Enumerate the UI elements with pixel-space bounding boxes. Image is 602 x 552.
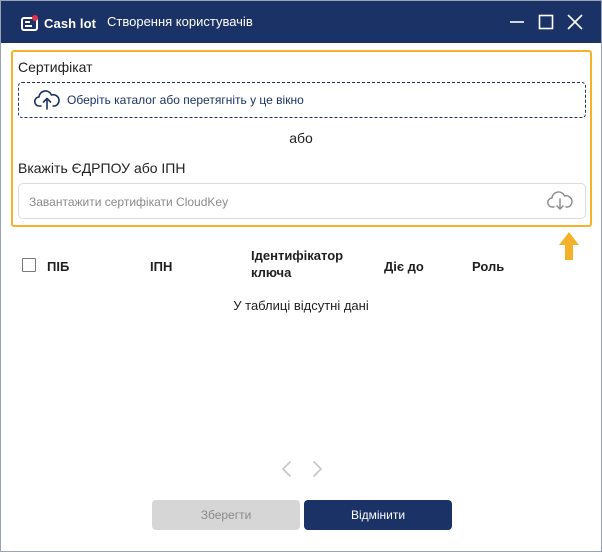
window-title: Створення користувачів bbox=[107, 14, 253, 29]
dropzone-text: Оберіть каталог або перетягніть у це вік… bbox=[67, 93, 304, 107]
save-button[interactable]: Зберегти bbox=[152, 500, 300, 530]
column-role[interactable]: Роль bbox=[472, 258, 504, 275]
certificate-label: Сертифікат bbox=[18, 59, 93, 75]
maximize-icon bbox=[538, 14, 554, 30]
minimize-button[interactable] bbox=[507, 12, 527, 32]
cloud-upload-icon bbox=[34, 90, 60, 110]
cancel-button[interactable]: Відмінити bbox=[304, 500, 452, 530]
next-page-button[interactable] bbox=[310, 460, 324, 478]
close-icon bbox=[567, 14, 583, 30]
chevron-left-icon bbox=[282, 461, 291, 477]
create-users-window: Cash lot Створення користувачів Сертифік… bbox=[0, 0, 602, 552]
app-logo: Cash lot bbox=[21, 12, 96, 34]
chevron-right-icon bbox=[313, 461, 322, 477]
cloudkey-placeholder: Завантажити сертифікати CloudKey bbox=[29, 195, 229, 209]
app-brand: Cash lot bbox=[44, 15, 97, 31]
table-header: ПІБ ІПН Ідентифікатор ключа Діє до Роль bbox=[1, 241, 601, 289]
column-key-id[interactable]: Ідентифікатор ключа bbox=[251, 247, 369, 281]
edrpou-label: Вкажіть ЄДРПОУ або ІПН bbox=[18, 160, 186, 176]
maximize-button[interactable] bbox=[536, 12, 556, 32]
close-button[interactable] bbox=[565, 12, 585, 32]
cashalot-logo-icon bbox=[21, 14, 39, 32]
select-all-checkbox[interactable] bbox=[22, 258, 36, 272]
column-ipn[interactable]: ІПН bbox=[150, 258, 172, 275]
title-bar[interactable]: Cash lot Створення користувачів bbox=[1, 1, 601, 43]
prev-page-button[interactable] bbox=[280, 460, 294, 478]
column-valid-until[interactable]: Діє до bbox=[384, 258, 424, 275]
empty-table-message: У таблиці відсутні дані bbox=[233, 298, 369, 313]
cloud-download-icon[interactable] bbox=[547, 190, 573, 212]
column-name[interactable]: ПІБ bbox=[47, 258, 69, 275]
or-separator: або bbox=[289, 130, 313, 146]
minimize-icon bbox=[510, 21, 524, 23]
cloudkey-field[interactable]: Завантажити сертифікати CloudKey bbox=[18, 183, 586, 219]
certificate-dropzone[interactable]: Оберіть каталог або перетягніть у це вік… bbox=[18, 82, 586, 118]
